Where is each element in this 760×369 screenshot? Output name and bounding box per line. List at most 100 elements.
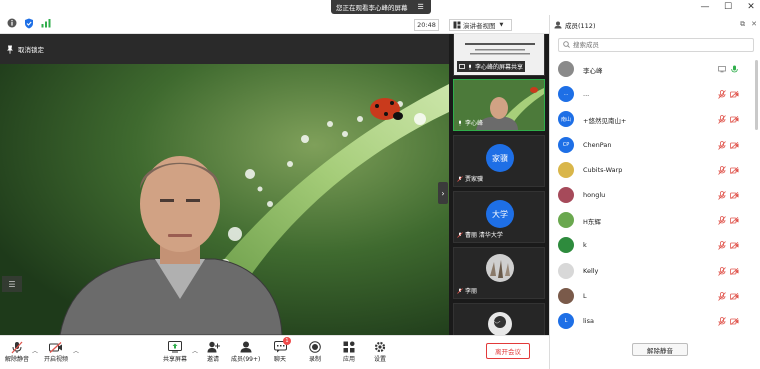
chevron-up-icon[interactable]: ︿ [73, 346, 79, 355]
invite-button[interactable]: 邀请 [206, 340, 220, 363]
chat-label: 聊天 [273, 356, 286, 363]
thumbnail-video[interactable]: 李心峰 [453, 79, 545, 131]
video-thumbnail-strip: 李心峰的屏幕共享 李心峰 家骥 贾家骥 大学 曹丽 清华大学 李丽 ﹀ [449, 34, 549, 335]
participants-panel: 成员(112) ⧉ ✕ 李心峰 …... 南山 +悠然见南山+ CP ChenPan Cub… [549, 15, 760, 369]
participant-name: honglu [583, 191, 606, 199]
participant-row[interactable]: H东辉 [550, 208, 760, 233]
microphone-muted-icon [457, 231, 463, 238]
thumbnail-photo[interactable]: 李丽 [453, 247, 545, 299]
microphone-muted-icon[interactable] [717, 317, 726, 326]
member-search[interactable] [558, 38, 754, 52]
meeting-window: 您正在观看李心峰的屏幕 ☰ 20:48 演讲者视图 ▼ — ☐ ✕ 取消锁定 ☰… [0, 0, 760, 369]
microphone-muted-icon[interactable] [717, 266, 726, 276]
participant-row[interactable]: L [550, 284, 760, 309]
panel-title: 成员(112) [565, 22, 596, 30]
shared-screen-image [0, 64, 449, 335]
camera-off-icon[interactable] [730, 191, 739, 200]
avatar [558, 237, 574, 254]
camera-off-icon[interactable] [730, 241, 739, 250]
microphone-muted-icon[interactable] [717, 115, 726, 125]
camera-off-icon[interactable] [730, 317, 739, 326]
leave-meeting-button[interactable]: 离开会议 [486, 343, 530, 359]
settings-label: 设置 [373, 356, 386, 363]
unpin-button[interactable]: 取消锁定 [6, 42, 44, 56]
pin-icon [7, 45, 13, 54]
shield-icon[interactable] [23, 17, 35, 29]
chevron-right-icon[interactable]: › [438, 182, 448, 204]
meeting-toolbar: 解除静音 ︿ 开启视频 ︿ 共享屏幕 ︿ 邀请 成员(99+) 1 聊天 录制 … [0, 335, 549, 369]
participant-name: L [583, 291, 587, 300]
camera-off-icon[interactable] [730, 216, 739, 225]
participant-row[interactable]: …... [550, 82, 760, 107]
microphone-icon[interactable] [730, 65, 739, 74]
participant-row[interactable]: 李心峰 [550, 57, 760, 82]
microphone-muted-icon[interactable] [717, 241, 726, 251]
view-mode-selector[interactable]: 演讲者视图 ▼ [449, 19, 512, 31]
participant-row[interactable]: honglu [550, 183, 760, 208]
thumbnail-avatar[interactable]: 家骥 贾家骥 [453, 135, 545, 187]
camera-off-icon[interactable] [730, 267, 739, 276]
avatar [558, 262, 574, 279]
microphone-muted-icon[interactable] [717, 90, 726, 99]
signal-icon[interactable] [40, 17, 52, 29]
participant-row[interactable]: Kelly [550, 259, 760, 284]
chevron-up-icon[interactable]: ︿ [32, 346, 38, 355]
minimize-icon[interactable]: — [700, 2, 710, 12]
thumbnail-avatar[interactable]: 大学 曹丽 清华大学 [453, 191, 545, 243]
menu-icon[interactable]: ☰ [418, 3, 424, 11]
camera-off-icon[interactable] [730, 141, 739, 150]
share-screen-button[interactable]: 共享屏幕 [163, 340, 187, 363]
chat-icon: 1 [273, 337, 291, 354]
microphone-muted-icon [457, 287, 463, 294]
start-video-button[interactable]: 开启视频 [44, 340, 68, 363]
record-button[interactable]: 录制 [308, 340, 322, 363]
microphone-muted-icon[interactable] [717, 140, 726, 150]
thumbnail-name-tag: 李丽 [457, 286, 477, 295]
scrollbar[interactable] [755, 60, 758, 130]
screen-share-icon [717, 65, 726, 74]
participant-row[interactable]: CP ChenPan [550, 133, 760, 158]
participant-row[interactable]: Cubits-Warp [550, 158, 760, 183]
microphone-muted-icon [10, 340, 24, 354]
thumbnail-name: 曹丽 清华大学 [465, 232, 503, 239]
maximize-icon[interactable]: ☐ [723, 2, 733, 12]
microphone-muted-icon[interactable] [717, 216, 726, 225]
camera-off-icon[interactable] [730, 166, 739, 175]
camera-off-icon[interactable] [730, 292, 739, 301]
chevron-down-icon[interactable]: ﹀ [490, 320, 504, 330]
viewing-banner[interactable]: 您正在观看李心峰的屏幕 ☰ [331, 0, 431, 14]
thumbnail-partial[interactable] [453, 303, 545, 335]
chevron-up-icon[interactable]: ︿ [192, 346, 198, 355]
list-toggle-icon[interactable]: ☰ [2, 276, 22, 292]
search-input[interactable] [573, 41, 743, 49]
participants-button[interactable]: 成员(99+) [231, 340, 260, 363]
microphone-icon [459, 120, 461, 126]
invite-label: 邀请 [206, 356, 219, 363]
participant-row[interactable]: 南山 +悠然见南山+ [550, 107, 760, 132]
thumbnail-screen-share[interactable]: 李心峰的屏幕共享 [453, 34, 545, 76]
microphone-muted-icon[interactable] [717, 165, 726, 175]
participant-row[interactable]: Llisa [550, 309, 760, 334]
window-controls: — ☐ ✕ [700, 2, 756, 12]
avatar: 南山 [558, 111, 574, 128]
avatar: 家骥 [486, 144, 514, 172]
camera-off-icon[interactable] [730, 115, 739, 124]
close-icon[interactable]: ✕ [751, 20, 757, 29]
settings-button[interactable]: 设置 [373, 340, 387, 363]
camera-off-icon[interactable] [730, 90, 739, 99]
microphone-muted-icon[interactable] [717, 291, 726, 301]
participant-name: +悠然见南山+ [583, 117, 627, 126]
close-icon[interactable]: ✕ [746, 2, 756, 12]
popout-icon[interactable]: ⧉ [740, 20, 745, 29]
apps-button[interactable]: 应用 [342, 340, 356, 363]
unmute-button[interactable]: 解除静音 [5, 340, 29, 363]
microphone-muted-icon[interactable] [717, 191, 726, 200]
participants-label: 成员(99+) [231, 356, 261, 363]
camera-off-icon [49, 340, 63, 354]
gear-icon [373, 340, 387, 354]
main-video-area[interactable]: 取消锁定 ☰ › [0, 34, 449, 335]
chat-button[interactable]: 1 聊天 [273, 337, 291, 363]
participant-row[interactable]: k [550, 233, 760, 258]
unmute-all-button[interactable]: 解除静音 [632, 343, 688, 356]
info-icon[interactable] [6, 17, 18, 29]
